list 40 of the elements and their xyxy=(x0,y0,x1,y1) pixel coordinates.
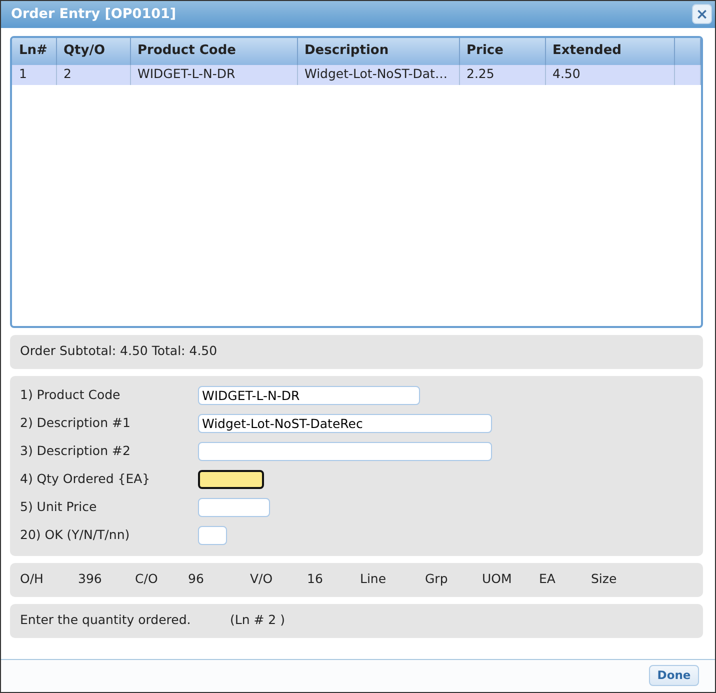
field-label: 4) Qty Ordered {EA} xyxy=(20,470,152,488)
column-header[interactable]: Description xyxy=(297,38,459,64)
table-cell[interactable]: 2.25 xyxy=(459,64,545,84)
field-label: 3) Description #2 xyxy=(20,442,132,460)
info-text: Grp xyxy=(425,570,449,588)
order-totals: Order Subtotal: 4.50 Total: 4.50 xyxy=(20,342,218,360)
input-field[interactable] xyxy=(198,470,264,489)
field-label: 20) OK (Y/N/T/nn) xyxy=(20,526,131,544)
field-label: 1) Product Code xyxy=(20,386,122,404)
table-cell xyxy=(674,64,700,84)
field-label: 2) Description #1 xyxy=(20,414,132,432)
column-header[interactable]: Price xyxy=(459,38,545,64)
done-button[interactable]: Done xyxy=(649,665,699,686)
close-button[interactable]: × xyxy=(692,4,712,24)
table-cell[interactable]: 2 xyxy=(56,64,130,84)
info-text: 16 xyxy=(307,570,324,588)
window-title: Order Entry [OP0101] xyxy=(11,5,176,24)
info-text: Size xyxy=(591,570,617,588)
table-cell[interactable]: 4.50 xyxy=(545,64,674,84)
info-text: 96 xyxy=(188,570,205,588)
status-message: Enter the quantity ordered. xyxy=(20,611,192,630)
info-text: 396 xyxy=(78,570,103,588)
info-text: O/H xyxy=(20,570,44,588)
line-number: (Ln # 2 ) xyxy=(230,611,285,630)
info-text: V/O xyxy=(250,570,274,588)
column-header[interactable]: Ln# xyxy=(12,38,56,64)
info-text: Line xyxy=(360,570,388,588)
column-header[interactable]: Extended xyxy=(545,38,674,64)
input-field[interactable]: Widget-Lot-NoST-DateRec xyxy=(198,414,492,433)
table-cell[interactable]: Widget-Lot-NoST-Dat… xyxy=(297,64,459,84)
column-header xyxy=(674,38,700,64)
input-field[interactable]: WIDGET-L-N-DR xyxy=(198,386,420,405)
column-header[interactable]: Qty/O xyxy=(56,38,130,64)
info-text: UOM xyxy=(482,570,513,588)
info-text: C/O xyxy=(135,570,159,588)
table-cell[interactable]: 1 xyxy=(12,64,56,84)
column-header[interactable]: Product Code xyxy=(130,38,297,64)
field-label: 5) Unit Price xyxy=(20,498,98,516)
table-cell[interactable]: WIDGET-L-N-DR xyxy=(130,64,297,84)
info-text: EA xyxy=(539,570,556,588)
